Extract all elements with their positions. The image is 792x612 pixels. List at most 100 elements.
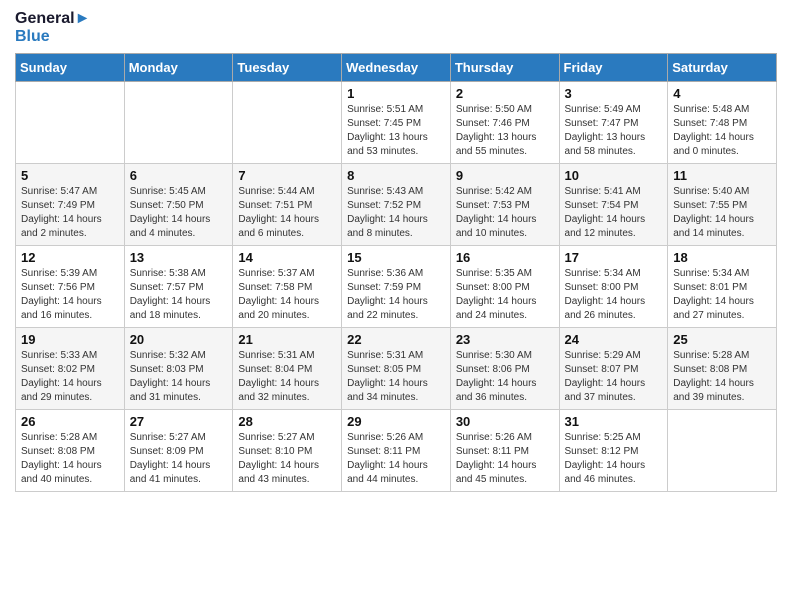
day-header-wednesday: Wednesday [342, 54, 451, 82]
calendar-table: SundayMondayTuesdayWednesdayThursdayFrid… [15, 53, 777, 492]
calendar-cell: 7 Sunrise: 5:44 AM Sunset: 7:51 PM Daylig… [233, 164, 342, 246]
calendar-cell: 3 Sunrise: 5:49 AM Sunset: 7:47 PM Daylig… [559, 82, 668, 164]
calendar-cell: 2 Sunrise: 5:50 AM Sunset: 7:46 PM Daylig… [450, 82, 559, 164]
day-info: Sunrise: 5:31 AM Sunset: 8:04 PM Dayligh… [238, 349, 336, 405]
calendar-cell: 21 Sunrise: 5:31 AM Sunset: 8:04 PM Dayli… [233, 328, 342, 410]
day-number: 4 [673, 86, 771, 101]
day-info: Sunrise: 5:36 AM Sunset: 7:59 PM Dayligh… [347, 267, 445, 323]
day-number: 7 [238, 168, 336, 183]
calendar-cell [233, 82, 342, 164]
day-number: 23 [456, 332, 554, 347]
day-number: 24 [565, 332, 663, 347]
day-number: 10 [565, 168, 663, 183]
day-info: Sunrise: 5:26 AM Sunset: 8:11 PM Dayligh… [456, 431, 554, 487]
day-number: 14 [238, 250, 336, 265]
day-number: 12 [21, 250, 119, 265]
page-header: General► Blue [15, 10, 777, 45]
day-info: Sunrise: 5:37 AM Sunset: 7:58 PM Dayligh… [238, 267, 336, 323]
logo-blue: Blue [15, 28, 90, 46]
day-info: Sunrise: 5:50 AM Sunset: 7:46 PM Dayligh… [456, 103, 554, 159]
day-info: Sunrise: 5:51 AM Sunset: 7:45 PM Dayligh… [347, 103, 445, 159]
day-number: 5 [21, 168, 119, 183]
calendar-week-2: 5 Sunrise: 5:47 AM Sunset: 7:49 PM Daylig… [16, 164, 777, 246]
day-info: Sunrise: 5:49 AM Sunset: 7:47 PM Dayligh… [565, 103, 663, 159]
day-number: 26 [21, 414, 119, 429]
logo-container: General► Blue [15, 10, 90, 45]
calendar-cell: 15 Sunrise: 5:36 AM Sunset: 7:59 PM Dayli… [342, 246, 451, 328]
day-info: Sunrise: 5:28 AM Sunset: 8:08 PM Dayligh… [21, 431, 119, 487]
day-info: Sunrise: 5:27 AM Sunset: 8:10 PM Dayligh… [238, 431, 336, 487]
day-info: Sunrise: 5:33 AM Sunset: 8:02 PM Dayligh… [21, 349, 119, 405]
day-header-friday: Friday [559, 54, 668, 82]
calendar-cell: 9Sunrise: 5:42 AM Sunset: 7:53 PM Daylig… [450, 164, 559, 246]
day-number: 18 [673, 250, 771, 265]
calendar-cell: 14 Sunrise: 5:37 AM Sunset: 7:58 PM Dayli… [233, 246, 342, 328]
calendar-cell: 20 Sunrise: 5:32 AM Sunset: 8:03 PM Dayli… [124, 328, 233, 410]
day-info: Sunrise: 5:42 AM Sunset: 7:53 PM Dayligh… [456, 185, 554, 241]
day-header-sunday: Sunday [16, 54, 125, 82]
day-number: 17 [565, 250, 663, 265]
day-info: Sunrise: 5:35 AM Sunset: 8:00 PM Dayligh… [456, 267, 554, 323]
day-info: Sunrise: 5:47 AM Sunset: 7:49 PM Dayligh… [21, 185, 119, 241]
calendar-cell [668, 410, 777, 492]
calendar-cell: 29 Sunrise: 5:26 AM Sunset: 8:11 PM Dayli… [342, 410, 451, 492]
day-info: Sunrise: 5:45 AM Sunset: 7:50 PM Dayligh… [130, 185, 228, 241]
day-number: 29 [347, 414, 445, 429]
day-info: Sunrise: 5:31 AM Sunset: 8:05 PM Dayligh… [347, 349, 445, 405]
day-number: 13 [130, 250, 228, 265]
day-number: 19 [21, 332, 119, 347]
calendar-header-row: SundayMondayTuesdayWednesdayThursdayFrid… [16, 54, 777, 82]
day-number: 3 [565, 86, 663, 101]
calendar-week-4: 19 Sunrise: 5:33 AM Sunset: 8:02 PM Dayli… [16, 328, 777, 410]
day-info: Sunrise: 5:40 AM Sunset: 7:55 PM Dayligh… [673, 185, 771, 241]
calendar-cell: 10 Sunrise: 5:41 AM Sunset: 7:54 PM Dayli… [559, 164, 668, 246]
calendar-cell: 23 Sunrise: 5:30 AM Sunset: 8:06 PM Dayli… [450, 328, 559, 410]
calendar-body: 1 Sunrise: 5:51 AM Sunset: 7:45 PM Daylig… [16, 82, 777, 492]
day-info: Sunrise: 5:27 AM Sunset: 8:09 PM Dayligh… [130, 431, 228, 487]
calendar-cell: 26 Sunrise: 5:28 AM Sunset: 8:08 PM Dayli… [16, 410, 125, 492]
day-info: Sunrise: 5:43 AM Sunset: 7:52 PM Dayligh… [347, 185, 445, 241]
day-info: Sunrise: 5:48 AM Sunset: 7:48 PM Dayligh… [673, 103, 771, 159]
calendar-cell [124, 82, 233, 164]
day-info: Sunrise: 5:34 AM Sunset: 8:01 PM Dayligh… [673, 267, 771, 323]
day-info: Sunrise: 5:28 AM Sunset: 8:08 PM Dayligh… [673, 349, 771, 405]
calendar-cell: 1 Sunrise: 5:51 AM Sunset: 7:45 PM Daylig… [342, 82, 451, 164]
day-number: 20 [130, 332, 228, 347]
calendar-week-5: 26 Sunrise: 5:28 AM Sunset: 8:08 PM Dayli… [16, 410, 777, 492]
calendar-cell: 13 Sunrise: 5:38 AM Sunset: 7:57 PM Dayli… [124, 246, 233, 328]
day-info: Sunrise: 5:29 AM Sunset: 8:07 PM Dayligh… [565, 349, 663, 405]
calendar-cell: 17 Sunrise: 5:34 AM Sunset: 8:00 PM Dayli… [559, 246, 668, 328]
day-number: 6 [130, 168, 228, 183]
day-number: 16 [456, 250, 554, 265]
day-number: 22 [347, 332, 445, 347]
day-info: Sunrise: 5:32 AM Sunset: 8:03 PM Dayligh… [130, 349, 228, 405]
day-info: Sunrise: 5:34 AM Sunset: 8:00 PM Dayligh… [565, 267, 663, 323]
calendar-cell: 30 Sunrise: 5:26 AM Sunset: 8:11 PM Dayli… [450, 410, 559, 492]
logo: General► Blue [15, 10, 90, 45]
calendar-week-3: 12Sunrise: 5:39 AM Sunset: 7:56 PM Dayli… [16, 246, 777, 328]
day-info: Sunrise: 5:41 AM Sunset: 7:54 PM Dayligh… [565, 185, 663, 241]
day-number: 1 [347, 86, 445, 101]
day-header-thursday: Thursday [450, 54, 559, 82]
day-number: 2 [456, 86, 554, 101]
day-number: 21 [238, 332, 336, 347]
calendar-cell: 11Sunrise: 5:40 AM Sunset: 7:55 PM Dayli… [668, 164, 777, 246]
day-info: Sunrise: 5:38 AM Sunset: 7:57 PM Dayligh… [130, 267, 228, 323]
calendar-cell: 8 Sunrise: 5:43 AM Sunset: 7:52 PM Daylig… [342, 164, 451, 246]
calendar-cell: 22 Sunrise: 5:31 AM Sunset: 8:05 PM Dayli… [342, 328, 451, 410]
day-header-monday: Monday [124, 54, 233, 82]
calendar-cell: 24 Sunrise: 5:29 AM Sunset: 8:07 PM Dayli… [559, 328, 668, 410]
calendar-cell: 19 Sunrise: 5:33 AM Sunset: 8:02 PM Dayli… [16, 328, 125, 410]
day-info: Sunrise: 5:26 AM Sunset: 8:11 PM Dayligh… [347, 431, 445, 487]
day-number: 30 [456, 414, 554, 429]
calendar-cell: 16 Sunrise: 5:35 AM Sunset: 8:00 PM Dayli… [450, 246, 559, 328]
day-header-tuesday: Tuesday [233, 54, 342, 82]
day-number: 15 [347, 250, 445, 265]
calendar-cell: 31Sunrise: 5:25 AM Sunset: 8:12 PM Dayli… [559, 410, 668, 492]
calendar-week-1: 1 Sunrise: 5:51 AM Sunset: 7:45 PM Daylig… [16, 82, 777, 164]
day-number: 8 [347, 168, 445, 183]
calendar-cell [16, 82, 125, 164]
day-number: 31 [565, 414, 663, 429]
day-info: Sunrise: 5:44 AM Sunset: 7:51 PM Dayligh… [238, 185, 336, 241]
day-info: Sunrise: 5:30 AM Sunset: 8:06 PM Dayligh… [456, 349, 554, 405]
